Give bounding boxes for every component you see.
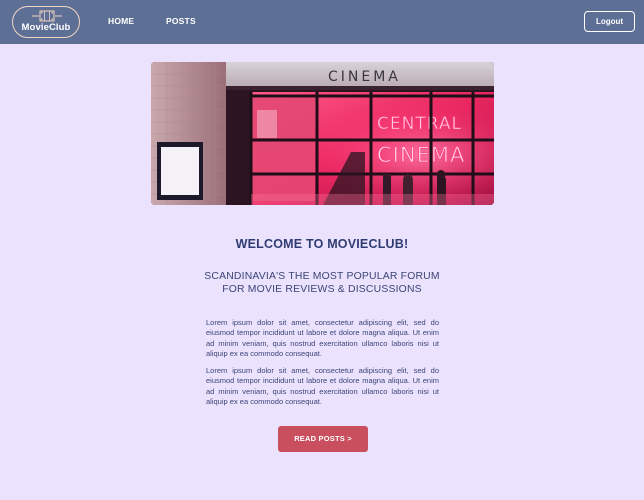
intro-paragraph-2: Lorem ipsum dolor sit amet, consectetur … [206,366,439,406]
cinema-sign-text: CINEMA [328,69,401,85]
page-title: WELCOME TO MOVIECLUB! [235,237,409,251]
cinema-photo: CINEMA CENTRAL CINEMA [151,62,494,205]
neon-text-bottom: CINEMA [377,143,465,167]
hero-image: CINEMA CENTRAL CINEMA [151,62,494,205]
tagline: SCANDINAVIA'S THE MOST POPULAR FORUM FOR… [0,270,644,296]
tagline-line-2: FOR MOVIE REVIEWS & DISCUSSIONS [222,284,422,295]
logout-button[interactable]: Logout [584,11,635,32]
nav-link-home[interactable]: HOME [108,16,134,26]
intro-paragraph-1: Lorem ipsum dolor sit amet, consectetur … [206,318,439,358]
nav-link-posts[interactable]: POSTS [166,16,196,26]
logo-text: MovieClub [21,22,71,33]
tagline-line-1: SCANDINAVIA'S THE MOST POPULAR FORUM [204,271,440,282]
neon-text-top: CENTRAL [377,114,462,134]
read-posts-button[interactable]: READ POSTS > [278,426,368,452]
navbar: MovieClub HOME POSTS Logout [0,0,644,44]
film-strip-icon [32,10,62,22]
logo[interactable]: MovieClub [12,6,80,38]
